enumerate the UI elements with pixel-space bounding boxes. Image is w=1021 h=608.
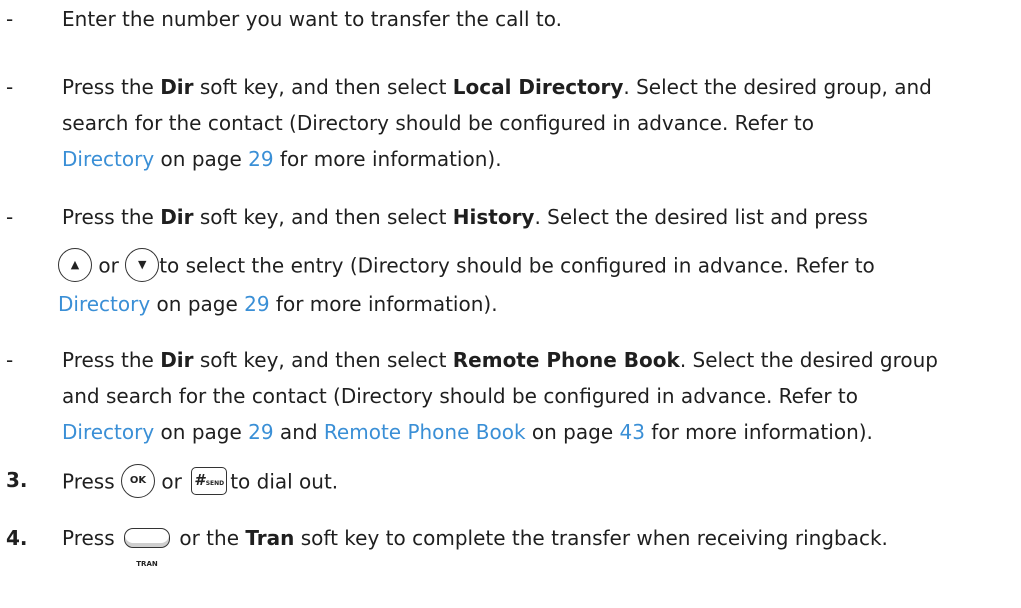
step-number: 4. [6,526,28,550]
step-number: 3. [6,468,28,492]
softkey-dir: Dir [160,75,194,99]
ok-key-icon: OK [121,464,155,498]
link-directory[interactable]: Directory [62,420,154,444]
link-page-43[interactable]: 43 [619,420,644,444]
link-page-29[interactable]: 29 [244,292,269,316]
softkey-dir: Dir [160,205,194,229]
bullet-dash: - [6,205,14,229]
tran-key-label: TRAN [136,559,158,568]
link-directory[interactable]: Directory [62,147,154,171]
softkey-dir: Dir [160,348,194,372]
tran-key-icon: TRAN [124,527,170,568]
bullet-dash: - [6,7,14,31]
menu-history: History [452,205,535,229]
link-directory[interactable]: Directory [58,292,150,316]
hash-send-key-icon: #SEND [191,467,228,495]
link-page-29[interactable]: 29 [248,147,273,171]
link-page-29[interactable]: 29 [248,420,273,444]
up-arrow-key-icon: ▲ [58,248,92,282]
link-remote-phone-book[interactable]: Remote Phone Book [324,420,526,444]
bullet-text: Enter the number you want to transfer th… [62,7,562,31]
menu-remote-phone-book: Remote Phone Book [452,348,680,372]
bullet-text: Press the Dir soft key, and then select … [62,75,932,99]
bullet-dash: - [6,348,14,372]
menu-local-directory: Local Directory [452,75,624,99]
bullet-dash: - [6,75,14,99]
softkey-tran: Tran [245,526,295,550]
down-arrow-key-icon: ▼ [125,248,160,282]
